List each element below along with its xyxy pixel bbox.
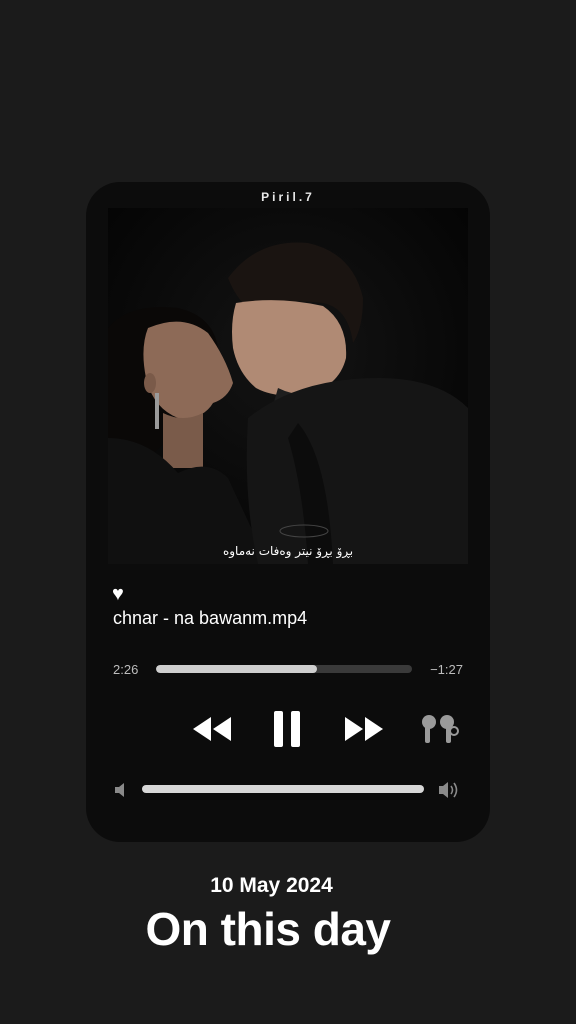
artwork-caption: بڕۆ بڕۆ نیتر وەفات نەماوە bbox=[222, 544, 354, 558]
progress-fill bbox=[156, 665, 318, 673]
audio-output-button[interactable] bbox=[416, 713, 460, 750]
volume-slider[interactable] bbox=[142, 785, 424, 793]
rewind-button[interactable] bbox=[192, 716, 232, 747]
speaker-high-icon bbox=[438, 780, 462, 805]
heart-icon[interactable]: ♥ bbox=[112, 584, 124, 604]
airpods-icon bbox=[422, 715, 459, 743]
remaining-time: −1:27 bbox=[430, 662, 463, 677]
pause-button[interactable] bbox=[272, 710, 302, 753]
speaker-low-icon bbox=[114, 782, 128, 803]
fast-forward-button[interactable] bbox=[344, 716, 384, 747]
rewind-icon bbox=[193, 717, 231, 741]
music-player-card: Piril.7 بڕۆ بڕۆ نیتر وەفات نەماوە ♥ chna… bbox=[86, 182, 490, 842]
progress-bar[interactable] bbox=[156, 665, 412, 673]
memory-headline: On this day bbox=[145, 903, 391, 955]
artwork-illustration bbox=[108, 208, 468, 564]
track-title: chnar - na bawanm.mp4 bbox=[113, 608, 308, 628]
account-name: Piril.7 bbox=[261, 190, 315, 204]
volume-fill bbox=[142, 785, 424, 793]
memory-date: 10 May 2024 bbox=[210, 874, 333, 897]
album-artwork: بڕۆ بڕۆ نیتر وەفات نەماوە bbox=[108, 208, 468, 564]
pause-icon bbox=[274, 711, 300, 747]
fast-forward-icon bbox=[345, 717, 383, 741]
elapsed-time: 2:26 bbox=[113, 662, 139, 677]
